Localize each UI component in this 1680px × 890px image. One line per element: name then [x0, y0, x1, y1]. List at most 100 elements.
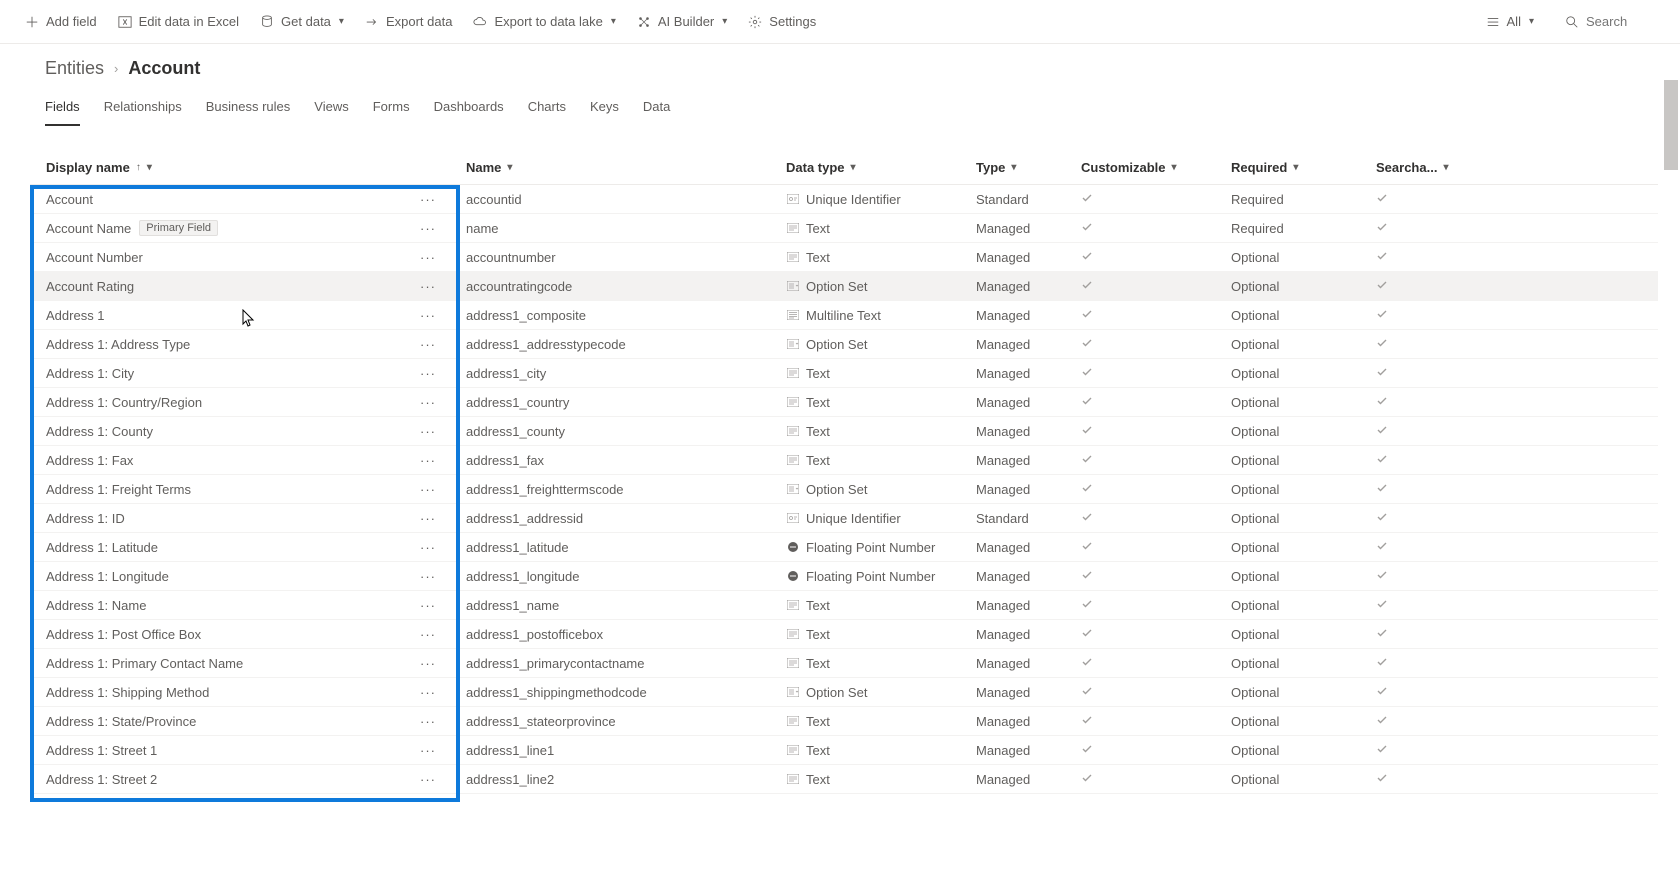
table-row[interactable]: Address 1: County ··· address1_county Te… — [30, 417, 1658, 446]
table-row[interactable]: Address 1: Name ··· address1_name Text M… — [30, 591, 1658, 620]
table-row[interactable]: Address 1: Shipping Method ··· address1_… — [30, 678, 1658, 707]
chevron-down-icon[interactable]: ▾ — [1443, 162, 1448, 173]
table-row[interactable]: Address 1: Country/Region ··· address1_c… — [30, 388, 1658, 417]
tab-forms[interactable]: Forms — [373, 93, 410, 126]
table-row[interactable]: Address 1: City ··· address1_city Text M… — [30, 359, 1658, 388]
plus-icon — [24, 14, 40, 30]
row-more-icon[interactable]: ··· — [414, 540, 442, 555]
row-more-icon[interactable]: ··· — [414, 743, 442, 758]
cloud-icon — [472, 14, 488, 30]
cell-searchable — [1360, 337, 1440, 352]
table-row[interactable]: Account Rating ··· accountratingcode Opt… — [30, 272, 1658, 301]
table-row[interactable]: Account Number ··· accountnumber Text Ma… — [30, 243, 1658, 272]
add-field-button[interactable]: Add field — [14, 0, 107, 44]
export-lake-label: Export to data lake — [494, 14, 602, 29]
search-box[interactable] — [1544, 14, 1666, 30]
chevron-down-icon[interactable]: ▾ — [1529, 16, 1534, 27]
row-more-icon[interactable]: ··· — [414, 569, 442, 584]
row-more-icon[interactable]: ··· — [414, 424, 442, 439]
command-bar: Add field Edit data in Excel Get data ▾ … — [0, 0, 1680, 44]
row-more-icon[interactable]: ··· — [414, 337, 442, 352]
table-row[interactable]: Address 1: Post Office Box ··· address1_… — [30, 620, 1658, 649]
table-row[interactable]: Address 1: Latitude ··· address1_latitud… — [30, 533, 1658, 562]
cell-searchable — [1360, 424, 1440, 439]
settings-label: Settings — [769, 14, 816, 29]
chevron-down-icon[interactable]: ▾ — [851, 162, 856, 173]
tab-keys[interactable]: Keys — [590, 93, 619, 126]
col-customizable[interactable]: Customizable ▾ — [1065, 160, 1215, 175]
col-type[interactable]: Type ▾ — [960, 160, 1065, 175]
edit-excel-button[interactable]: Edit data in Excel — [107, 0, 249, 44]
row-more-icon[interactable]: ··· — [414, 366, 442, 381]
col-display-name[interactable]: Display name ↑ ▾ — [30, 160, 450, 175]
filter-all-button[interactable]: All ▾ — [1475, 0, 1544, 44]
table-row[interactable]: Address 1: Freight Terms ··· address1_fr… — [30, 475, 1658, 504]
col-data-type[interactable]: Data type ▾ — [770, 160, 960, 175]
cell-customizable — [1065, 482, 1215, 497]
tab-charts[interactable]: Charts — [528, 93, 566, 126]
table-row[interactable]: Address 1 ··· address1_composite Multili… — [30, 301, 1658, 330]
col-name[interactable]: Name ▾ — [450, 160, 770, 175]
row-more-icon[interactable]: ··· — [414, 453, 442, 468]
chevron-down-icon[interactable]: ▾ — [722, 16, 727, 27]
table-row[interactable]: Address 1: Primary Contact Name ··· addr… — [30, 649, 1658, 678]
cell-name: address1_shippingmethodcode — [450, 685, 770, 700]
row-more-icon[interactable]: ··· — [414, 482, 442, 497]
table-row[interactable]: Address 1: Street 2 ··· address1_line2 T… — [30, 765, 1658, 794]
cell-type: Managed — [960, 482, 1065, 497]
row-more-icon[interactable]: ··· — [414, 772, 442, 787]
row-more-icon[interactable]: ··· — [414, 656, 442, 671]
col-searchable[interactable]: Searcha... ▾ — [1360, 160, 1440, 175]
get-data-button[interactable]: Get data ▾ — [249, 0, 354, 44]
chevron-down-icon[interactable]: ▾ — [1172, 162, 1177, 173]
breadcrumb-parent[interactable]: Entities — [45, 58, 104, 79]
row-more-icon[interactable]: ··· — [414, 308, 442, 323]
col-required[interactable]: Required ▾ — [1215, 160, 1360, 175]
row-more-icon[interactable]: ··· — [414, 511, 442, 526]
cell-type: Standard — [960, 511, 1065, 526]
export-lake-button[interactable]: Export to data lake ▾ — [462, 0, 625, 44]
row-more-icon[interactable]: ··· — [414, 250, 442, 265]
table-row[interactable]: Address 1: Address Type ··· address1_add… — [30, 330, 1658, 359]
tab-views[interactable]: Views — [314, 93, 348, 126]
table-row[interactable]: Address 1: Longitude ··· address1_longit… — [30, 562, 1658, 591]
chevron-down-icon[interactable]: ▾ — [1011, 162, 1016, 173]
tab-relationships[interactable]: Relationships — [104, 93, 182, 126]
vertical-scrollbar[interactable] — [1664, 44, 1678, 890]
chevron-down-icon[interactable]: ▾ — [611, 16, 616, 27]
ai-builder-button[interactable]: AI Builder ▾ — [626, 0, 737, 44]
settings-button[interactable]: Settings — [737, 0, 826, 44]
cell-searchable — [1360, 772, 1440, 787]
tab-fields[interactable]: Fields — [45, 93, 80, 126]
row-more-icon[interactable]: ··· — [414, 279, 442, 294]
column-headers: Display name ↑ ▾ Name ▾ Data type ▾ Type… — [30, 151, 1658, 185]
row-more-icon[interactable]: ··· — [414, 395, 442, 410]
tab-dashboards[interactable]: Dashboards — [434, 93, 504, 126]
chevron-down-icon[interactable]: ▾ — [1293, 162, 1298, 173]
cell-display-name: Address 1: Freight Terms ··· — [30, 482, 450, 497]
row-more-icon[interactable]: ··· — [414, 192, 442, 207]
chevron-down-icon[interactable]: ▾ — [339, 16, 344, 27]
search-input[interactable] — [1586, 14, 1666, 29]
export-data-button[interactable]: Export data — [354, 0, 463, 44]
scrollbar-thumb[interactable] — [1664, 80, 1678, 170]
table-row[interactable]: Address 1: State/Province ··· address1_s… — [30, 707, 1658, 736]
chevron-down-icon[interactable]: ▾ — [147, 162, 152, 173]
table-row[interactable]: Address 1: ID ··· address1_addressid Uni… — [30, 504, 1658, 533]
table-row[interactable]: Account ··· accountid Unique Identifier … — [30, 185, 1658, 214]
check-icon — [1376, 366, 1388, 381]
table-row[interactable]: Address 1: Street 1 ··· address1_line1 T… — [30, 736, 1658, 765]
cell-data-type: Text — [770, 598, 960, 613]
cell-display-name: Address 1: County ··· — [30, 424, 450, 439]
row-more-icon[interactable]: ··· — [414, 627, 442, 642]
tab-data[interactable]: Data — [643, 93, 670, 126]
row-more-icon[interactable]: ··· — [414, 598, 442, 613]
cell-data-type: Text — [770, 453, 960, 468]
table-row[interactable]: Account Name Primary Field ··· name Text… — [30, 214, 1658, 243]
row-more-icon[interactable]: ··· — [414, 685, 442, 700]
tab-business-rules[interactable]: Business rules — [206, 93, 291, 126]
table-row[interactable]: Address 1: Fax ··· address1_fax Text Man… — [30, 446, 1658, 475]
row-more-icon[interactable]: ··· — [414, 714, 442, 729]
chevron-down-icon[interactable]: ▾ — [507, 162, 512, 173]
row-more-icon[interactable]: ··· — [414, 221, 442, 236]
